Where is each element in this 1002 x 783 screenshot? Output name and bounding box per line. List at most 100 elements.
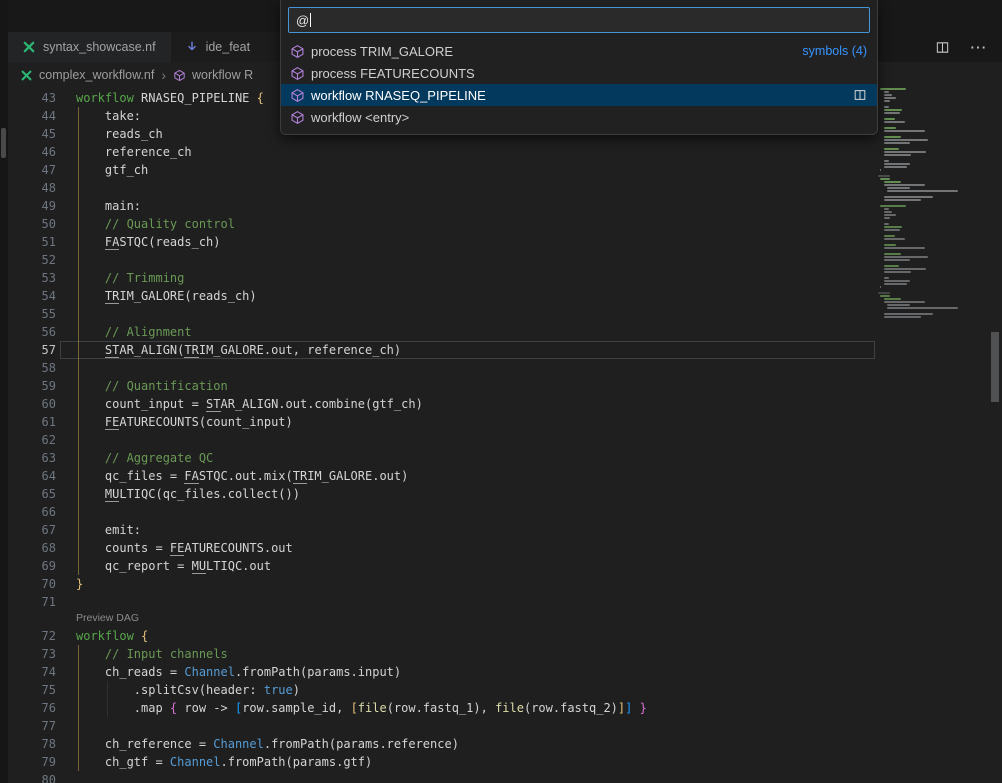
open-to-side-button[interactable]: [853, 88, 867, 102]
code-text: [60, 305, 875, 323]
code-line[interactable]: 65 MULTIQC(qc_files.collect()): [8, 485, 875, 503]
minimap-line: [878, 220, 962, 222]
code-line[interactable]: 46 reference_ch: [8, 143, 875, 161]
code-line[interactable]: 54 TRIM_GALORE(reads_ch): [8, 287, 875, 305]
breadcrumb-file[interactable]: complex_workflow.nf: [39, 68, 154, 82]
symbol-cube-icon: [173, 69, 186, 82]
code-line[interactable]: 79 ch_gtf = Channel.fromPath(params.gtf): [8, 753, 875, 771]
code-text: [60, 431, 875, 449]
minimap[interactable]: [878, 88, 962, 322]
code-line[interactable]: 77: [8, 717, 875, 735]
quick-open-input[interactable]: @: [288, 7, 870, 33]
code-text: // Trimming: [60, 269, 875, 287]
line-number: 73: [8, 645, 56, 663]
code-text: .splitCsv(header: true): [60, 681, 875, 699]
minimap-line: [884, 166, 907, 168]
minimap-line: [884, 91, 889, 93]
indent-guide: [78, 125, 79, 143]
line-number: 57: [8, 341, 56, 359]
code-line[interactable]: 73 // Input channels: [8, 645, 875, 663]
quickpick-item[interactable]: process FEATURECOUNTS: [281, 62, 877, 84]
code-line[interactable]: 59 // Quantification: [8, 377, 875, 395]
quickpick-item-label: workflow <entry>: [311, 110, 409, 125]
breadcrumb-symbol[interactable]: workflow R: [192, 68, 253, 82]
code-line[interactable]: 60 count_input = STAR_ALIGN.out.combine(…: [8, 395, 875, 413]
line-number: 53: [8, 269, 56, 287]
query-text: @: [296, 13, 309, 28]
tab-syntax-showcase[interactable]: syntax_showcase.nf: [8, 32, 171, 62]
code-line[interactable]: 52: [8, 251, 875, 269]
code-line[interactable]: 68 counts = FEATURECOUNTS.out: [8, 539, 875, 557]
code-line[interactable]: 63 // Aggregate QC: [8, 449, 875, 467]
indent-guide: [78, 645, 79, 663]
scrollbar[interactable]: [988, 88, 1002, 783]
code-line[interactable]: 47 gtf_ch: [8, 161, 875, 179]
code-line[interactable]: 56 // Alignment: [8, 323, 875, 341]
quick-open-dialog: @ process TRIM_GALORE symbols (4) proces…: [280, 0, 878, 135]
quickpick-item[interactable]: process TRIM_GALORE symbols (4): [281, 40, 877, 62]
code-line[interactable]: 75 .splitCsv(header: true): [8, 681, 875, 699]
code-line[interactable]: 71: [8, 593, 875, 611]
code-text: // Quality control: [60, 215, 875, 233]
minimap-line: [884, 97, 896, 99]
line-number: 69: [8, 557, 56, 575]
code-text: // Input channels: [60, 645, 875, 663]
minimap-line: [884, 298, 901, 300]
minimap-line: [878, 310, 962, 312]
minimap-line: [878, 157, 962, 159]
code-line[interactable]: 57 STAR_ALIGN(TRIM_GALORE.out, reference…: [8, 341, 875, 359]
minimap-line: [884, 163, 910, 165]
activity-bar-strip: [0, 0, 8, 783]
code-line[interactable]: 48: [8, 179, 875, 197]
minimap-line: [878, 145, 962, 147]
code-line[interactable]: 62: [8, 431, 875, 449]
code-line[interactable]: 80: [8, 771, 875, 783]
code-line[interactable]: 70}: [8, 575, 875, 593]
code-line[interactable]: 55: [8, 305, 875, 323]
minimap-line: [884, 238, 905, 240]
minimap-line: [887, 187, 910, 189]
line-number: 62: [8, 431, 56, 449]
code-line[interactable]: 69 qc_report = MULTIQC.out: [8, 557, 875, 575]
indent-guide: [78, 269, 79, 287]
minimap-line: [884, 226, 902, 228]
code-text: TRIM_GALORE(reads_ch): [60, 287, 875, 305]
code-line[interactable]: 74 ch_reads = Channel.fromPath(params.in…: [8, 663, 875, 681]
vscode-window: syntax_showcase.nf ide_feat ⋯ complex_wo…: [0, 0, 1002, 783]
line-number: 65: [8, 485, 56, 503]
split-editor-button[interactable]: [932, 37, 952, 57]
symbol-cube-icon: [290, 66, 305, 81]
code-line[interactable]: 78 ch_reference = Channel.fromPath(param…: [8, 735, 875, 753]
scrollbar-thumb[interactable]: [991, 332, 999, 402]
minimap-line: [887, 190, 958, 192]
code-line[interactable]: 64 qc_files = FASTQC.out.mix(TRIM_GALORE…: [8, 467, 875, 485]
code-line[interactable]: 76 .map { row -> [row.sample_id, [file(r…: [8, 699, 875, 717]
code-line[interactable]: 72workflow {: [8, 627, 875, 645]
line-number: 49: [8, 197, 56, 215]
code-line[interactable]: 61 FEATURECOUNTS(count_input): [8, 413, 875, 431]
line-number: 43: [8, 89, 56, 107]
code-text: FASTQC(reads_ch): [60, 233, 875, 251]
code-text: // Quantification: [60, 377, 875, 395]
line-number: 59: [8, 377, 56, 395]
line-number: 71: [8, 593, 56, 611]
quickpick-item[interactable]: workflow RNASEQ_PIPELINE: [281, 84, 877, 106]
code-text: counts = FEATURECOUNTS.out: [60, 539, 875, 557]
code-line[interactable]: 53 // Trimming: [8, 269, 875, 287]
minimap-line: [878, 319, 962, 321]
line-number: 72: [8, 627, 56, 645]
nextflow-icon: [20, 69, 33, 82]
code-line[interactable]: 67 emit:: [8, 521, 875, 539]
minimap-line: [887, 307, 958, 309]
quickpick-item[interactable]: workflow <entry>: [281, 106, 877, 128]
more-actions-button[interactable]: ⋯: [968, 37, 988, 57]
code-text: [60, 593, 875, 611]
codelens-link[interactable]: Preview DAG: [8, 611, 875, 627]
code-line[interactable]: 66: [8, 503, 875, 521]
code-text: ch_reference = Channel.fromPath(params.r…: [60, 735, 875, 753]
code-line[interactable]: 51 FASTQC(reads_ch): [8, 233, 875, 251]
code-line[interactable]: 50 // Quality control: [8, 215, 875, 233]
minimap-line: [878, 202, 962, 204]
code-line[interactable]: 58: [8, 359, 875, 377]
code-line[interactable]: 49 main:: [8, 197, 875, 215]
